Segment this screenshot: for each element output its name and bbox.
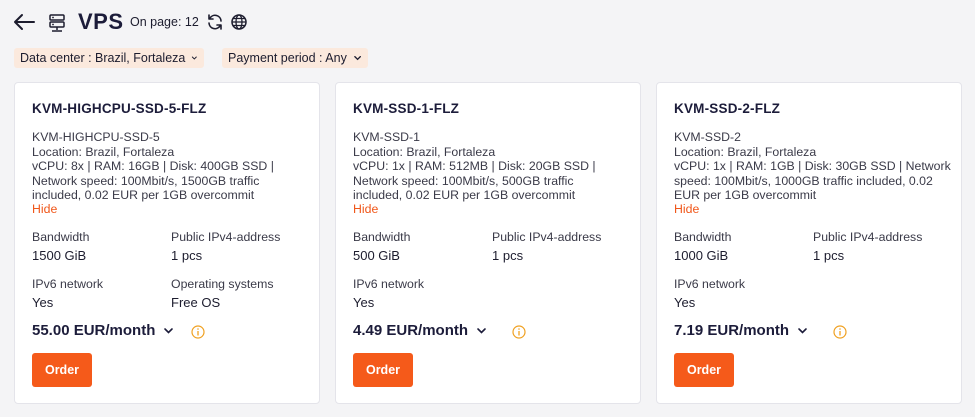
ipv6-value: Yes — [353, 295, 375, 310]
refresh-icon[interactable] — [206, 13, 224, 31]
bandwidth-label: Bandwidth — [674, 230, 732, 244]
chevron-down-icon — [798, 328, 807, 334]
on-page-count: On page: 12 — [130, 15, 199, 29]
ipv6-label: IPv6 network — [674, 277, 746, 291]
price-selector[interactable]: 4.49 EUR/month — [353, 322, 487, 339]
ipv4-value: 1 pcs — [813, 248, 845, 263]
bandwidth-value: 1000 GiB — [674, 248, 729, 263]
info-icon[interactable] — [191, 325, 205, 339]
plan-card: KVM-SSD-1-FLZ KVM-SSD-1 Location: Brazil… — [335, 82, 641, 404]
ipv4-label: Public IPv4-address — [492, 230, 602, 244]
bandwidth-label: Bandwidth — [32, 230, 90, 244]
price-value: 55.00 EUR/month — [32, 322, 156, 339]
ipv6-label: IPv6 network — [32, 277, 104, 291]
plan-title: KVM-SSD-1-FLZ — [353, 101, 460, 116]
ipv4-value: 1 pcs — [492, 248, 524, 263]
plan-description: KVM-SSD-2 Location: Brazil, Fortaleza vC… — [674, 130, 951, 202]
ipv4-value: 1 pcs — [171, 248, 203, 263]
price-selector[interactable]: 55.00 EUR/month — [32, 322, 174, 339]
plan-title: KVM-SSD-2-FLZ — [674, 101, 781, 116]
chevron-down-icon — [164, 328, 174, 334]
plan-description: KVM-SSD-1 Location: Brazil, Fortaleza vC… — [353, 130, 596, 202]
globe-icon[interactable] — [230, 13, 248, 31]
payment-period-filter-label: Payment period : Any — [228, 51, 347, 65]
plan-description: KVM-HIGHCPU-SSD-5 Location: Brazil, Fort… — [32, 130, 274, 202]
order-button[interactable]: Order — [353, 353, 413, 387]
plan-card: KVM-HIGHCPU-SSD-5-FLZ KVM-HIGHCPU-SSD-5 … — [14, 82, 320, 404]
plan-title: KVM-HIGHCPU-SSD-5-FLZ — [32, 101, 207, 116]
chevron-down-icon — [192, 56, 198, 60]
data-center-filter-label: Data center : Brazil, Fortaleza — [20, 51, 186, 65]
server-icon — [49, 14, 65, 32]
chevron-down-icon — [477, 328, 486, 334]
ipv6-value: Yes — [674, 295, 696, 310]
os-label: Operating systems — [171, 277, 274, 291]
order-button[interactable]: Order — [674, 353, 734, 387]
price-value: 4.49 EUR/month — [353, 322, 469, 339]
chevron-down-icon — [354, 55, 361, 61]
ipv4-label: Public IPv4-address — [171, 230, 281, 244]
info-icon[interactable] — [512, 325, 526, 339]
plan-card: KVM-SSD-2-FLZ KVM-SSD-2 Location: Brazil… — [656, 82, 962, 404]
price-selector[interactable]: 7.19 EUR/month — [674, 322, 808, 339]
hide-link[interactable]: Hide — [32, 202, 57, 216]
ipv4-label: Public IPv4-address — [813, 230, 923, 244]
hide-link[interactable]: Hide — [674, 202, 699, 216]
os-value: Free OS — [171, 295, 221, 310]
bandwidth-value: 1500 GiB — [32, 248, 87, 263]
price-value: 7.19 EUR/month — [674, 322, 790, 339]
info-icon[interactable] — [833, 325, 847, 339]
arrow-left-icon[interactable] — [12, 12, 36, 32]
bandwidth-label: Bandwidth — [353, 230, 411, 244]
hide-link[interactable]: Hide — [353, 202, 378, 216]
payment-period-filter[interactable]: Payment period : Any — [222, 48, 368, 68]
ipv6-value: Yes — [32, 295, 54, 310]
page-header: VPS On page: 12 — [0, 0, 975, 44]
data-center-filter[interactable]: Data center : Brazil, Fortaleza — [14, 48, 204, 68]
bandwidth-value: 500 GiB — [353, 248, 400, 263]
ipv6-label: IPv6 network — [353, 277, 425, 291]
page-title: VPS — [78, 9, 124, 34]
order-button[interactable]: Order — [32, 353, 92, 387]
